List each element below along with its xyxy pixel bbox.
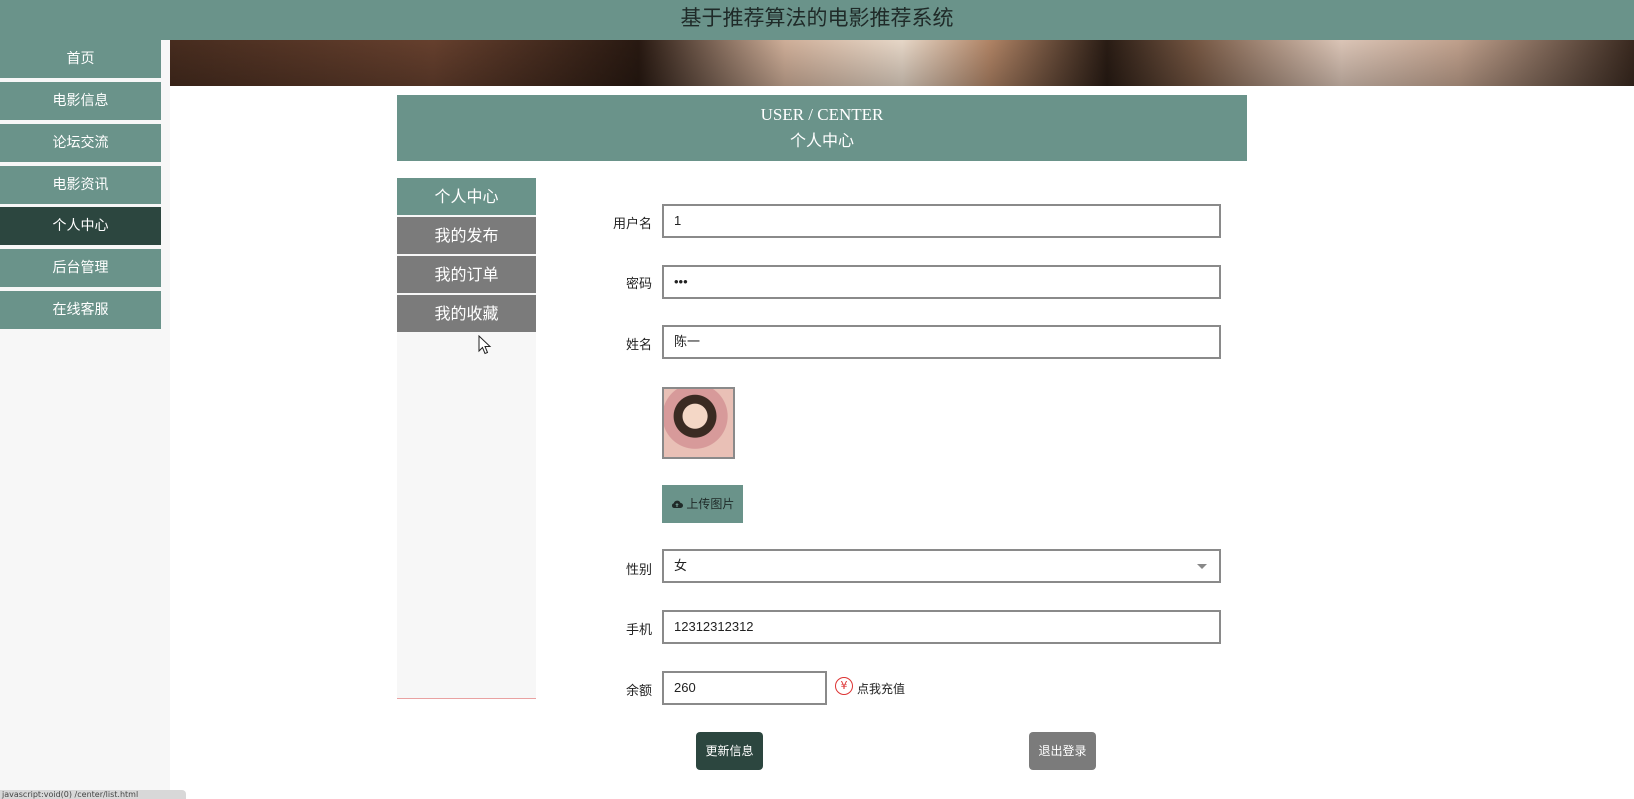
sub-nav-item-profile[interactable]: 个人中心 [397,178,536,215]
banner-image [170,40,1634,86]
user-center-header: USER / CENTER 个人中心 [397,95,1247,161]
yen-icon[interactable]: ¥ [835,677,853,695]
gender-label: 性别 [625,563,652,578]
phone-input[interactable]: 12312312312 [662,610,1221,644]
sub-nav-item-orders[interactable]: 我的订单 [397,256,536,293]
top-bar: 基于推荐算法的电影推荐系统 [0,0,1634,40]
update-info-button[interactable]: 更新信息 [696,732,763,770]
user-center-title-zh: 个人中心 [789,131,854,150]
sidebar-item-user-center[interactable]: 个人中心 [0,207,161,245]
name-input[interactable]: 陈一 [662,325,1221,359]
recharge-link[interactable]: 点我充值 [857,680,905,697]
upload-image-button[interactable]: 上传图片 [662,485,743,523]
sidebar-item-news[interactable]: 电影资讯 [0,166,161,204]
chevron-down-icon [1197,564,1207,569]
logout-button[interactable]: 退出登录 [1029,732,1096,770]
password-label: 密码 [625,277,652,292]
sidebar-item-forum[interactable]: 论坛交流 [0,124,161,162]
balance-input[interactable]: 260 [662,671,827,705]
gender-select[interactable]: 女 [662,549,1221,583]
sub-nav-item-favorites[interactable]: 我的收藏 [397,295,536,332]
username-input[interactable]: 1 [662,204,1221,238]
balance-label: 余额 [625,684,652,699]
user-sub-nav: 个人中心 我的发布 我的订单 我的收藏 [397,178,536,699]
sub-nav-item-posts[interactable]: 我的发布 [397,217,536,254]
sidebar-item-support[interactable]: 在线客服 [0,291,161,329]
gender-select-value: 女 [674,558,688,573]
browser-status-bar: javascript:void(0) /center/list.html [0,790,186,799]
banner-shade [170,40,1634,86]
cloud-upload-icon [671,500,683,508]
site-title: 基于推荐算法的电影推荐系统 [680,6,954,30]
mouse-cursor-icon [478,335,492,355]
sidebar-item-movies[interactable]: 电影信息 [0,82,161,120]
phone-label: 手机 [625,623,652,638]
name-label: 姓名 [625,338,652,353]
sidebar-item-admin[interactable]: 后台管理 [0,249,161,287]
username-label: 用户名 [612,217,652,232]
upload-image-label: 上传图片 [686,497,735,511]
avatar-image [662,387,735,459]
user-center-title-en: USER / CENTER [760,105,884,124]
sidebar-item-home[interactable]: 首页 [0,40,161,78]
password-input[interactable]: ••• [662,265,1221,299]
